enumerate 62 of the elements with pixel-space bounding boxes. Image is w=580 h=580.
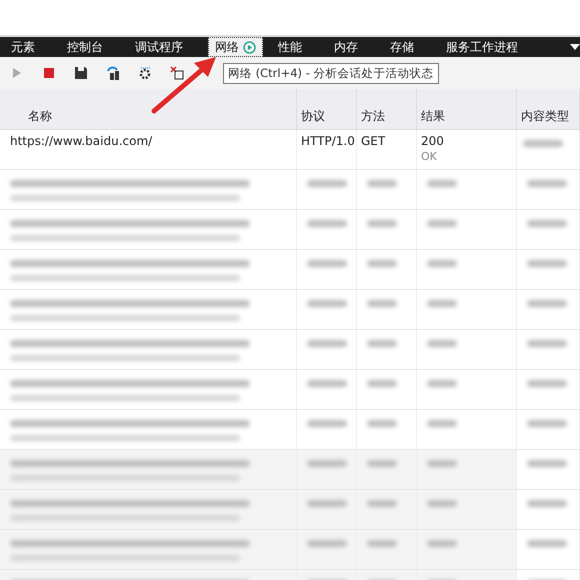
blurred-text — [427, 540, 457, 547]
dropdown-icon[interactable] — [570, 43, 580, 51]
blurred-text — [307, 380, 347, 387]
blurred-text — [427, 260, 457, 267]
blurred-text — [427, 300, 457, 307]
stop-icon[interactable] — [42, 66, 56, 80]
blurred-text — [367, 340, 397, 347]
tab[interactable]: 性能 — [271, 37, 309, 57]
blurred-text — [527, 300, 567, 307]
blurred-text — [427, 460, 457, 467]
blurred-text — [307, 260, 347, 267]
column-header[interactable]: 名称 — [0, 89, 297, 130]
blurred-text — [527, 420, 567, 427]
blurred-text — [367, 220, 397, 227]
blurred-text — [367, 420, 397, 427]
gear-icon[interactable] — [138, 66, 152, 80]
blurred-text — [527, 260, 567, 267]
blurred-text — [367, 380, 397, 387]
blurred-text — [367, 500, 397, 507]
tab[interactable]: 调试程序 — [128, 37, 190, 57]
blurred-text — [427, 500, 457, 507]
blurred-text — [527, 540, 567, 547]
column-header[interactable]: 内容类型 — [517, 89, 580, 130]
blurred-text — [307, 540, 347, 547]
blurred-text — [427, 180, 457, 187]
tooltip: 网络 (Ctrl+4) - 分析会话处于活动状态 — [223, 63, 439, 84]
blurred-text — [367, 540, 397, 547]
blurred-text — [427, 220, 457, 227]
tab[interactable]: 服务工作进程 — [439, 37, 525, 57]
blurred-text — [523, 140, 563, 147]
tab[interactable]: 存储 — [383, 37, 421, 57]
blurred-text — [307, 420, 347, 427]
blurred-text — [427, 380, 457, 387]
blurred-text — [307, 300, 347, 307]
blurred-text — [527, 340, 567, 347]
tab[interactable]: 元素 — [4, 37, 42, 57]
blurred-text — [367, 180, 397, 187]
blurred-text — [307, 220, 347, 227]
blurred-text — [427, 340, 457, 347]
blurred-text — [367, 300, 397, 307]
blurred-text — [367, 460, 397, 467]
blurred-text — [307, 180, 347, 187]
refresh-icon[interactable] — [106, 66, 120, 80]
blurred-text — [367, 260, 397, 267]
blurred-text — [427, 420, 457, 427]
blurred-text — [527, 460, 567, 467]
blurred-text — [307, 460, 347, 467]
blurred-text — [527, 220, 567, 227]
tab[interactable]: 网络 — [208, 37, 263, 57]
clear-icon[interactable] — [170, 66, 184, 80]
column-header[interactable]: 结果 — [417, 89, 517, 130]
column-header[interactable]: 方法 — [357, 89, 417, 130]
column-header[interactable]: 协议 — [297, 89, 357, 130]
blurred-text — [307, 340, 347, 347]
play-icon — [243, 40, 256, 54]
tab[interactable]: 内存 — [327, 37, 365, 57]
tab[interactable]: 控制台 — [60, 37, 110, 57]
blurred-text — [527, 380, 567, 387]
blurred-text — [307, 500, 347, 507]
save-icon[interactable] — [74, 66, 88, 80]
blurred-text — [527, 500, 567, 507]
blurred-text — [527, 180, 567, 187]
